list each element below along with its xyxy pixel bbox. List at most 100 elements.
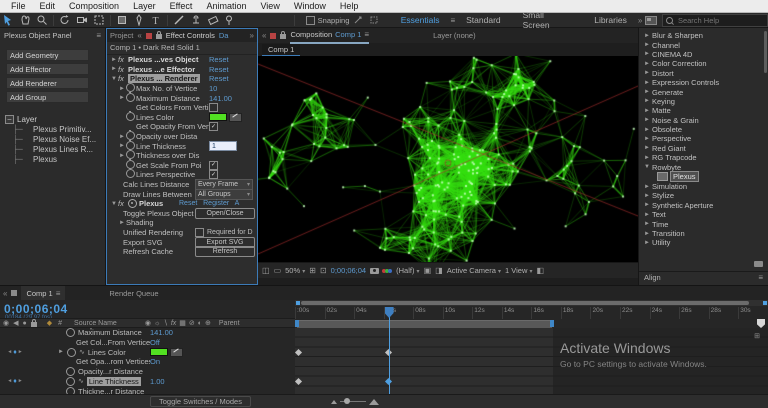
scrollbar-cap[interactable] — [763, 301, 767, 305]
effect-category[interactable]: ► Obsolete — [639, 125, 768, 134]
camera-view-dropdown[interactable]: Active Camera ▾ — [447, 266, 501, 275]
plexus-add-button[interactable]: Add Geometry — [6, 49, 89, 61]
next-keyframe-icon[interactable]: ► — [18, 349, 23, 355]
composition-canvas[interactable] — [258, 56, 638, 262]
current-timecode[interactable]: 0;00;06;04 — [4, 302, 68, 316]
refresh-button[interactable]: Refresh — [195, 246, 255, 257]
shy-switch-icon[interactable]: ◉ — [145, 319, 151, 327]
effect-category[interactable]: ► Matte — [639, 106, 768, 115]
fx-switch-icon[interactable]: fx — [171, 320, 176, 327]
effect-category[interactable]: ► Generate — [639, 87, 768, 96]
work-area-start-handle[interactable] — [295, 320, 299, 327]
channel-icon[interactable] — [383, 269, 392, 273]
effect-category[interactable]: ► RG Trapcode — [639, 153, 768, 162]
property-label[interactable]: Refresh Cache — [123, 247, 195, 256]
effect-category[interactable]: ► Distort — [639, 69, 768, 78]
hand-tool-icon[interactable] — [17, 14, 34, 27]
lines-color-swatch[interactable] — [150, 348, 168, 356]
align-panel-tab[interactable]: Align ≡ — [639, 271, 768, 283]
expand-icon[interactable]: ► — [644, 42, 652, 48]
expand-icon[interactable]: ► — [58, 349, 64, 355]
camera-tool-icon[interactable] — [74, 14, 91, 27]
property-label[interactable]: Calc Lines Distance — [123, 180, 195, 189]
property-value[interactable]: On — [150, 357, 160, 366]
help-search[interactable] — [662, 14, 768, 27]
keyframe-icon[interactable] — [294, 378, 301, 385]
property-value[interactable]: Off — [150, 338, 160, 347]
expand-icon[interactable]: ► — [644, 89, 652, 95]
plexus-links[interactable]: Reset Register A — [179, 200, 239, 207]
tab-scroll-left-icon[interactable]: « — [137, 31, 141, 40]
lines-color-swatch[interactable] — [209, 113, 227, 121]
zoom-handle[interactable] — [344, 398, 350, 404]
monitor-icon[interactable]: ▭ — [274, 266, 282, 275]
draw-lines-dropdown[interactable]: All Groups▾ — [195, 189, 253, 200]
expand-icon[interactable]: ► — [119, 95, 126, 101]
effect-name[interactable]: Plexus — [139, 199, 179, 208]
reset-link[interactable]: Reset — [209, 74, 229, 83]
expand-icon[interactable]: ► — [644, 117, 652, 123]
collapse-icon[interactable]: ▼ — [644, 164, 652, 170]
viewer-timecode[interactable]: 0;00;06;04 — [331, 266, 366, 275]
eyedropper-icon[interactable] — [229, 113, 242, 122]
solo-column-icon[interactable]: ● — [23, 320, 27, 327]
edge-snapping-icon[interactable] — [349, 14, 366, 27]
motion-blur-switch-icon[interactable]: ⊘ — [189, 319, 195, 327]
stopwatch-icon[interactable] — [66, 377, 75, 386]
lock-icon[interactable] — [280, 34, 286, 39]
expand-icon[interactable]: ► — [644, 193, 652, 199]
effect-category[interactable]: ► Color Correction — [639, 59, 768, 68]
video-column-icon[interactable]: ◉ — [3, 319, 9, 327]
threed-switch-icon[interactable]: ⊕ — [205, 319, 211, 327]
tab-render-queue[interactable]: Render Queue — [109, 289, 158, 298]
property-value[interactable]: 141.00 — [150, 328, 173, 337]
brush-tool-icon[interactable] — [171, 14, 188, 27]
toggle-switches-modes-button[interactable]: Toggle Switches / Modes — [150, 396, 251, 407]
magnification-dropdown[interactable]: 50% ▾ — [285, 266, 305, 275]
expand-icon[interactable]: ► — [644, 240, 652, 246]
grid-guides-icon[interactable]: ⊞ — [309, 266, 316, 275]
collapse-switch-icon[interactable]: ☼ — [154, 320, 160, 327]
expand-icon[interactable]: ► — [644, 221, 652, 227]
menu-item[interactable]: View — [253, 1, 286, 11]
property-label[interactable]: Maximum Distance — [78, 328, 142, 337]
playhead-line[interactable] — [389, 307, 390, 396]
property-label-selected[interactable]: Line Thickness — [87, 377, 141, 386]
expand-icon[interactable]: ► — [644, 155, 652, 161]
stopwatch-icon[interactable] — [66, 328, 75, 337]
property-label[interactable]: Line Thickness — [136, 142, 209, 151]
property-value[interactable]: 1.00 — [150, 377, 165, 386]
effect-category[interactable]: ► Time — [639, 219, 768, 228]
workspace-standard[interactable]: Standard — [466, 15, 501, 25]
expand-icon[interactable]: ► — [644, 33, 652, 39]
property-value[interactable]: 141.00 — [209, 94, 232, 103]
property-label[interactable]: Unified Rendering — [123, 228, 195, 237]
frame-blend-switch-icon[interactable]: ▦ — [179, 319, 186, 327]
snapping-toggle[interactable]: Snapping — [306, 16, 350, 25]
tree-item[interactable]: ├─ Plexus Noise Ef... — [5, 134, 105, 144]
workspace-libraries[interactable]: Libraries — [594, 15, 627, 25]
effect-category[interactable]: ► Noise & Grain — [639, 116, 768, 125]
effect-category[interactable]: ► Keying — [639, 97, 768, 106]
collapse-icon[interactable]: ▼ — [111, 201, 118, 207]
open-close-button[interactable]: Open/Close — [195, 208, 255, 219]
property-label[interactable]: Lines Color — [88, 348, 126, 357]
puppet-pin-tool-icon[interactable] — [221, 14, 238, 27]
pan-behind-tool-icon[interactable] — [90, 14, 107, 27]
panel-menu-icon[interactable]: ≡ — [96, 31, 101, 40]
new-folder-icon[interactable] — [754, 261, 763, 267]
tab-layer[interactable]: Layer (none) — [433, 31, 476, 40]
effect-category-rowbyte[interactable]: ▼ Rowbyte — [639, 162, 768, 171]
effect-category[interactable]: ► Stylize — [639, 191, 768, 200]
effect-category[interactable]: ► Expression Controls — [639, 78, 768, 87]
label-color-icon[interactable]: ◆ — [47, 319, 52, 327]
comp-marker-bin-icon[interactable] — [757, 319, 765, 328]
lock-column-icon[interactable] — [31, 322, 37, 327]
scrollbar[interactable] — [764, 31, 767, 73]
workspace-small-screen[interactable]: Small Screen — [523, 10, 573, 30]
resolution-dropdown[interactable]: (Half) ▾ — [396, 266, 419, 275]
checkbox[interactable]: ✓ — [209, 122, 218, 131]
effect-category[interactable]: ► Text — [639, 210, 768, 219]
timeline-horizontal-scrollbar[interactable] — [295, 300, 768, 306]
property-label[interactable]: Toggle Plexus Object — [123, 209, 195, 218]
